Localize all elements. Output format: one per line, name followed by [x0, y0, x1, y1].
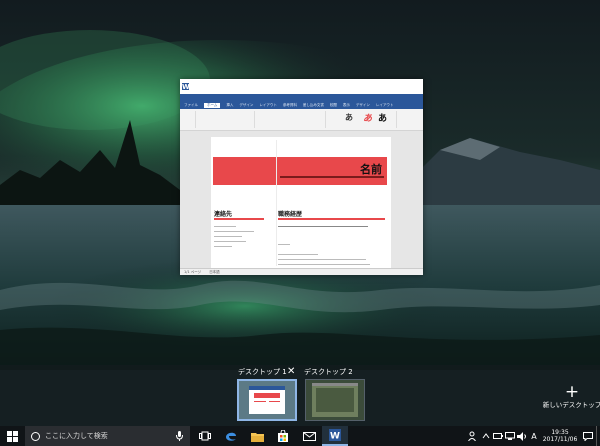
- left-section-heading: 連絡先: [214, 211, 233, 218]
- desktop-1-thumbnail[interactable]: [237, 379, 297, 421]
- text-line: [278, 254, 318, 255]
- font-group: [197, 111, 255, 128]
- clock-date: 2017/11/06: [542, 436, 578, 443]
- windows-logo-icon: [6, 430, 18, 442]
- text-line: [278, 259, 366, 260]
- style-sample-icon: あ: [345, 113, 353, 122]
- style-sample-red-icon: あ: [363, 114, 373, 124]
- text-line: [278, 244, 290, 245]
- taskbar-clock[interactable]: 19:35 2017/11/06: [540, 429, 580, 443]
- chevron-up-icon[interactable]: [480, 433, 492, 439]
- ribbon-tab[interactable]: ファイル: [184, 103, 198, 108]
- ribbon-toolbar: あ あ あ: [180, 109, 423, 131]
- page-count-status: 1/1 ページ: [184, 269, 202, 274]
- virtual-desktops-bar: [0, 365, 600, 426]
- task-view-button[interactable]: [194, 426, 216, 446]
- ribbon-tab[interactable]: デザイン: [356, 103, 370, 108]
- search-box[interactable]: ここに入力して検索: [25, 426, 190, 446]
- close-desktop-icon[interactable]: ✕: [287, 366, 295, 378]
- style-sample-heading-icon: あ: [378, 114, 388, 124]
- text-line: [278, 226, 368, 227]
- task-view-icon: [199, 431, 211, 441]
- ribbon-tab[interactable]: 差し込み文書: [303, 103, 324, 108]
- desktop-1-label[interactable]: デスクトップ 1: [238, 367, 287, 377]
- volume-icon[interactable]: [516, 431, 528, 441]
- right-section-heading: 職務経歴: [278, 211, 303, 218]
- taskbar: ここに入力して検索 W A 19:35 2017/11/06: [0, 426, 600, 446]
- text-line: [214, 241, 246, 242]
- paragraph-group: [256, 111, 326, 128]
- battery-icon[interactable]: [492, 432, 504, 440]
- plus-icon: +: [564, 382, 580, 402]
- microphone-icon[interactable]: [175, 431, 184, 441]
- action-center-icon[interactable]: [580, 431, 596, 441]
- text-line: [214, 246, 232, 247]
- desktop-2-label[interactable]: デスクトップ 2: [304, 367, 353, 377]
- text-line: [278, 264, 370, 265]
- search-placeholder: ここに入力して検索: [45, 432, 108, 440]
- window-title-text: 文書 1 - Word: [193, 83, 236, 91]
- left-section-rule: [214, 218, 264, 220]
- show-desktop-button[interactable]: [596, 426, 600, 446]
- text-line: [214, 231, 254, 232]
- word-app-icon: W: [181, 81, 190, 91]
- store-button[interactable]: [270, 426, 296, 446]
- column-divider: [276, 140, 277, 266]
- ribbon-tab[interactable]: ホーム: [204, 103, 221, 108]
- ribbon-tab[interactable]: レイアウト: [376, 103, 394, 108]
- resume-header-subline: [280, 176, 384, 178]
- text-line: [214, 226, 236, 227]
- ribbon-tab[interactable]: デザイン: [239, 103, 253, 108]
- start-button[interactable]: [0, 426, 24, 446]
- text-line: [214, 236, 242, 237]
- resume-name-heading: 名前: [360, 163, 382, 176]
- clipboard-group: [180, 111, 196, 128]
- ribbon-tabs: ファイル ホーム 挿入 デザイン レイアウト 参考資料 差し込み文書 校閲 表示 デザイン レイアウ…: [180, 102, 423, 109]
- ribbon-tab[interactable]: レイアウト: [259, 103, 277, 108]
- desktop-2-thumbnail[interactable]: [305, 379, 365, 421]
- svg-text:W: W: [330, 432, 340, 442]
- mail-icon: [302, 431, 316, 441]
- folder-icon: [250, 432, 264, 442]
- word-title-bar: [180, 94, 423, 102]
- ribbon-tab[interactable]: 表示: [343, 103, 350, 108]
- system-tray: A 19:35 2017/11/06: [466, 426, 600, 446]
- edge-button[interactable]: [218, 426, 244, 446]
- edge-icon: [226, 432, 236, 441]
- desktop-2-preview-image: [306, 380, 364, 420]
- people-icon[interactable]: [466, 431, 480, 441]
- ribbon-tab[interactable]: 校閲: [330, 103, 337, 108]
- cortana-circle-icon: [31, 431, 40, 441]
- language-status: 日本語: [209, 269, 220, 274]
- ime-indicator[interactable]: A: [528, 432, 540, 441]
- desktop-1-preview-image: [239, 381, 295, 419]
- right-section-rule: [278, 218, 385, 220]
- network-icon[interactable]: [504, 432, 516, 440]
- store-bag-icon: [278, 430, 288, 442]
- clock-time: 19:35: [551, 429, 569, 436]
- new-desktop-button[interactable]: + 新しいデスクトップ: [543, 382, 600, 410]
- file-explorer-button[interactable]: [244, 426, 270, 446]
- new-desktop-label: 新しいデスクトップ: [542, 401, 600, 409]
- ribbon-tab[interactable]: 挿入: [226, 103, 233, 108]
- word-status-bar: 1/1 ページ 日本語: [180, 268, 423, 275]
- word-icon: W: [329, 429, 341, 441]
- word-window-title[interactable]: W 文書 1 - Word: [181, 81, 235, 91]
- mail-button[interactable]: [296, 426, 322, 446]
- word-taskbar-button[interactable]: W: [322, 426, 348, 446]
- ribbon-tab[interactable]: 参考資料: [283, 103, 297, 108]
